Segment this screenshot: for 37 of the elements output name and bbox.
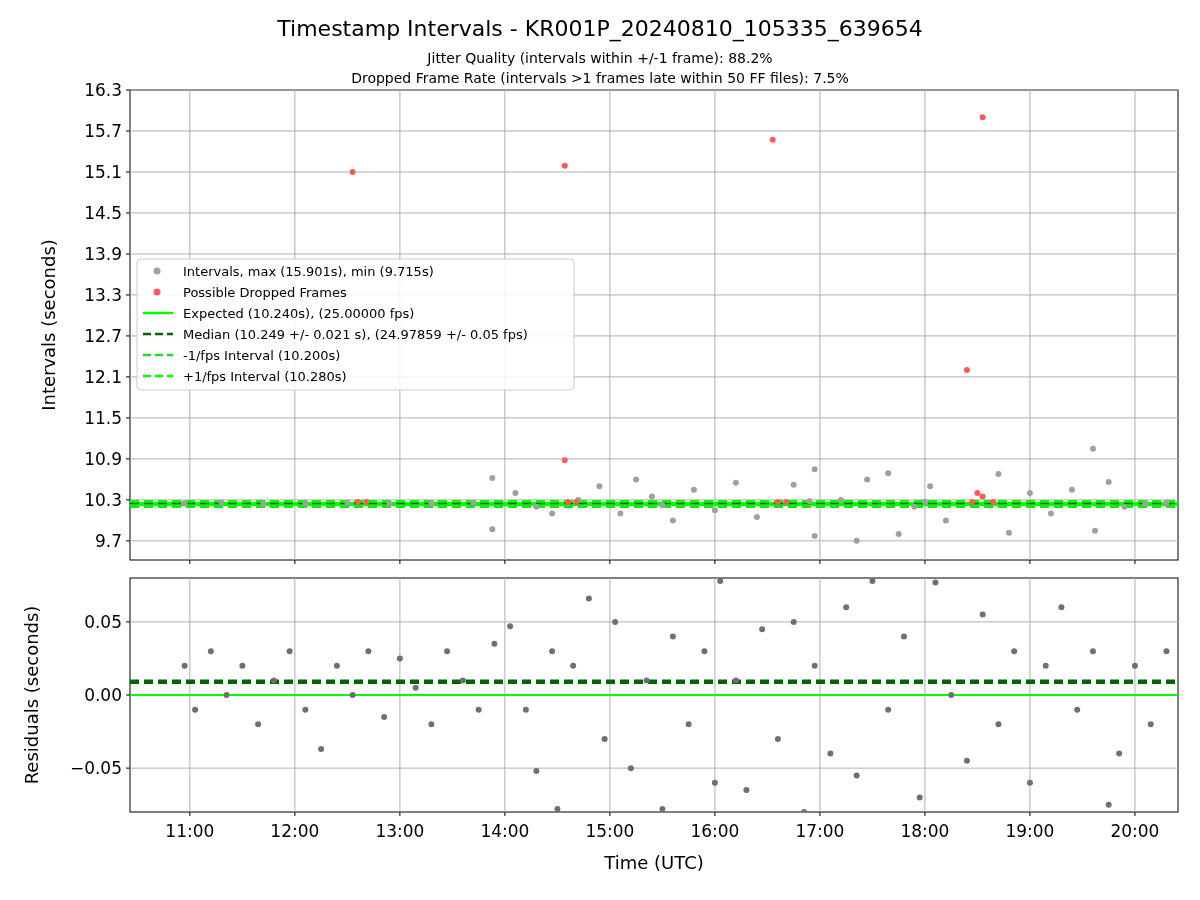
y-tick-label: 9.7 — [94, 530, 122, 551]
x-tick-label: 14:00 — [480, 821, 530, 841]
y-tick-label: 12.7 — [84, 325, 122, 346]
y-tick-label: 15.7 — [84, 121, 122, 141]
y-tick-label: 0.00 — [84, 685, 122, 705]
y-tick-label: 10.3 — [84, 489, 122, 510]
legend-label: Expected (10.240s), (25.00000 fps) — [183, 305, 415, 321]
figure-title: Timestamp Intervals - KR001P_20240810_105335_639654 — [277, 16, 923, 41]
y-axis-label: Intervals (seconds) — [38, 239, 59, 411]
figure-subtitle: Jitter Quality (intervals within +/-1 frame): 88.2% — [427, 50, 773, 66]
legend-label: Median (10.249 +/- 0.021 s), (24.97859 +/- 0.05 fps) — [183, 326, 528, 342]
x-tick-label: 18:00 — [900, 821, 950, 841]
x-tick-label: 11:00 — [165, 821, 215, 841]
y-tick-label: 13.9 — [84, 243, 122, 264]
legend-label: Possible Dropped Frames — [183, 284, 347, 300]
x-tick-label: 13:00 — [375, 821, 425, 841]
x-axis-label: Time (UTC) — [604, 852, 704, 873]
y-tick-label: 16.3 — [84, 80, 122, 100]
y-tick-label: −0.05 — [69, 758, 122, 779]
y-tick-label: 12.1 — [84, 366, 122, 387]
legend-label: +1/fps Interval (10.280s) — [183, 368, 347, 384]
legend-label: Intervals, max (15.901s), min (9.715s) — [183, 263, 434, 279]
x-tick-label: 17:00 — [795, 821, 845, 841]
y-tick-label: 10.9 — [84, 448, 122, 469]
x-tick-label: 12:00 — [270, 821, 320, 841]
x-tick-label: 15:00 — [585, 821, 635, 841]
y-tick-label: 15.1 — [84, 162, 122, 182]
figure-subtitle: Dropped Frame Rate (intervals >1 frames late within 50 FF files): 7.5% — [351, 70, 849, 86]
y-tick-label: 14.5 — [84, 202, 122, 223]
x-tick-label: 20:00 — [1110, 821, 1160, 841]
y-tick-label: 11.5 — [84, 407, 122, 428]
y-tick-label: 0.05 — [84, 611, 122, 632]
legend-label: -1/fps Interval (10.200s) — [183, 347, 341, 363]
x-tick-label: 16:00 — [690, 821, 740, 841]
y-tick-label: 13.3 — [84, 284, 122, 305]
x-tick-label: 19:00 — [1005, 821, 1055, 841]
y-axis-label: Residuals (seconds) — [21, 605, 42, 785]
